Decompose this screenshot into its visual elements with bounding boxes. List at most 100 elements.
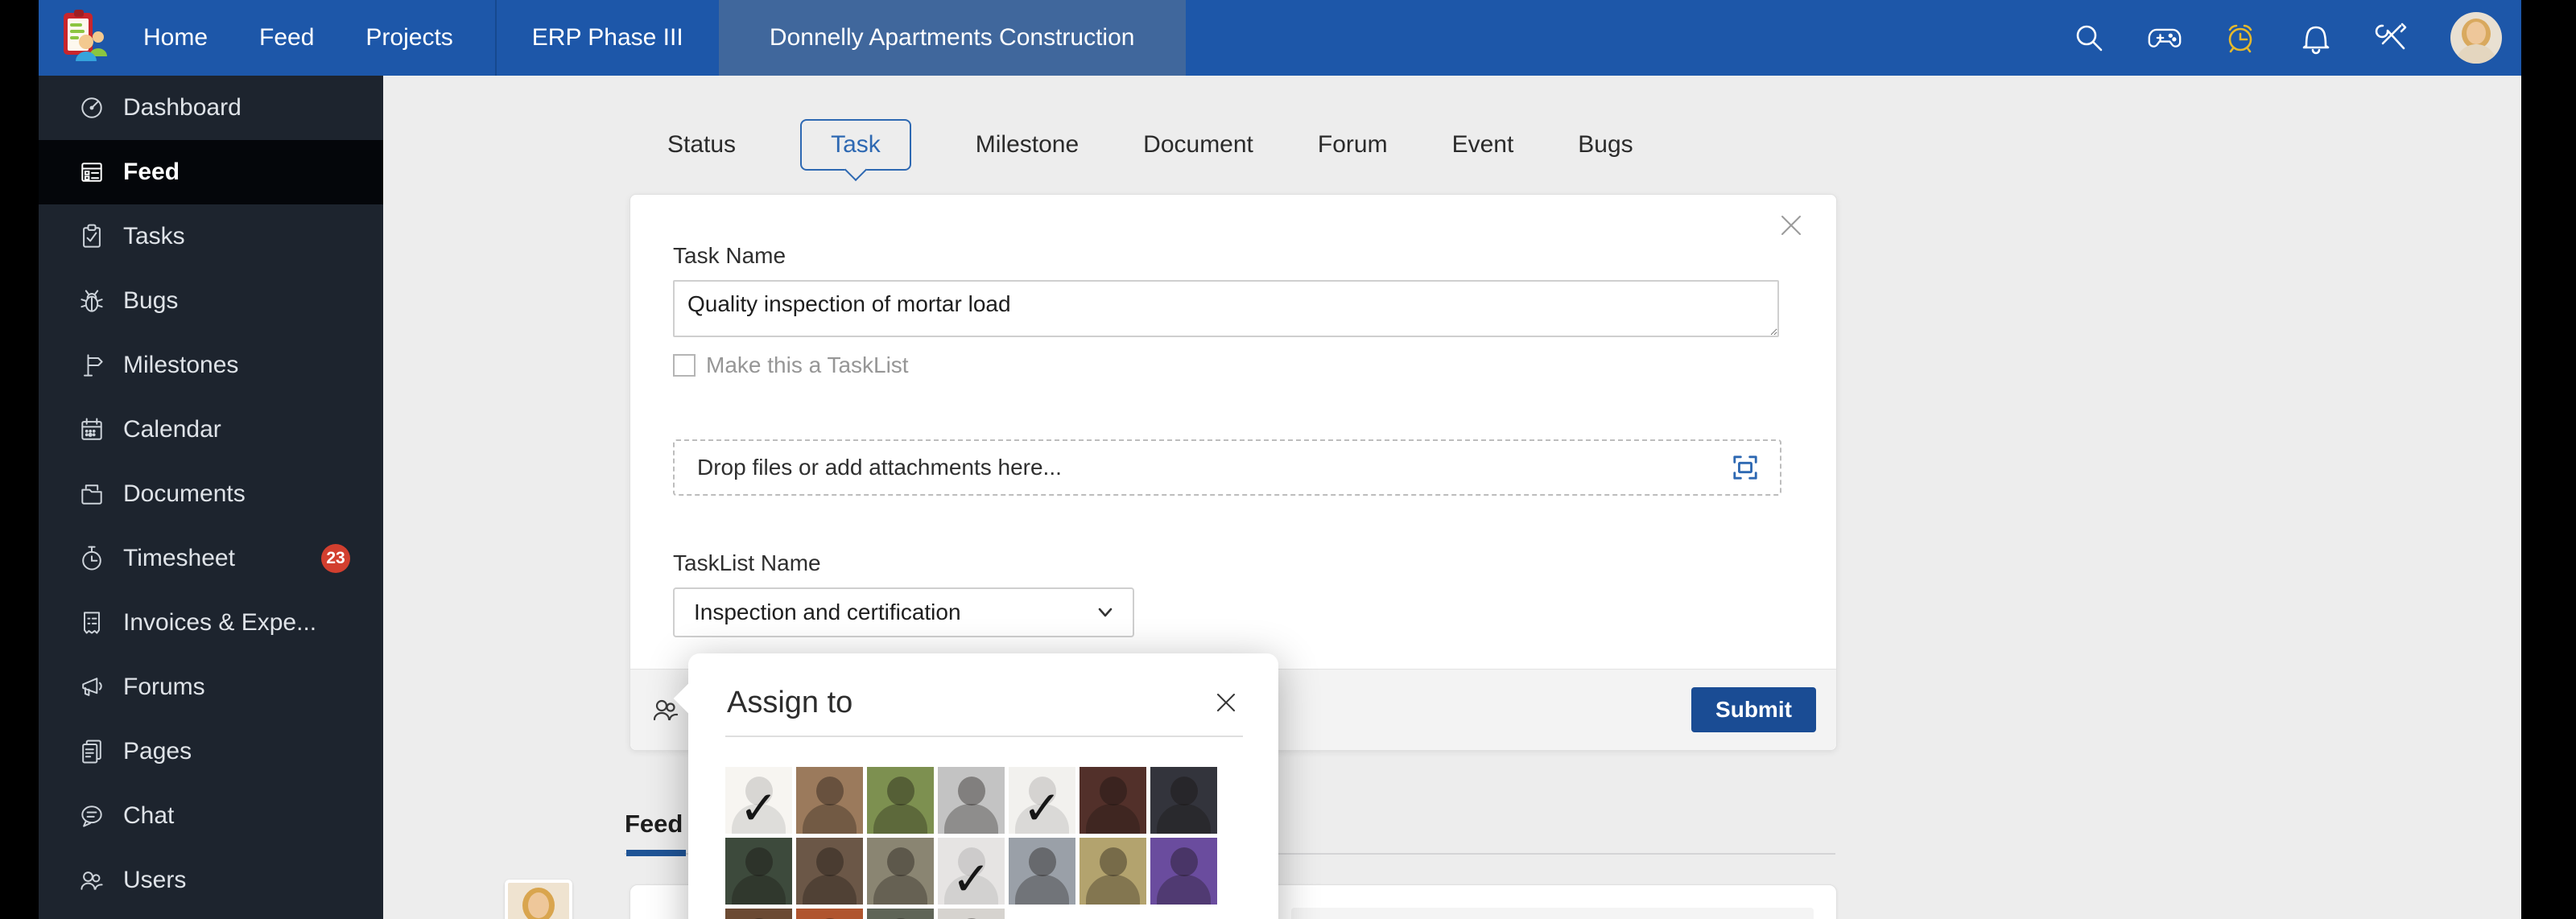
tasks-icon — [77, 222, 106, 251]
sidebar-item-pages[interactable]: Pages — [39, 719, 383, 784]
avatar-silhouette — [873, 875, 927, 905]
popup-close-icon[interactable] — [1214, 690, 1238, 715]
nav-link-home[interactable]: Home — [118, 0, 233, 76]
sidebar-item-label: Tasks — [123, 223, 185, 250]
chevron-down-icon — [1094, 601, 1117, 624]
user-avatar[interactable] — [2450, 12, 2502, 64]
assignee-avatar[interactable] — [796, 838, 863, 905]
invoices-icon — [77, 608, 106, 637]
avatar-silhouette — [1157, 804, 1211, 834]
tasklist-name-label: TaskList Name — [673, 550, 821, 576]
sidebar-item-users[interactable]: Users — [39, 848, 383, 913]
nav-tab-erp-phase-iii[interactable]: ERP Phase III — [497, 0, 719, 76]
nav-link-projects[interactable]: Projects — [340, 0, 478, 76]
expand-attachments-icon[interactable] — [1732, 454, 1759, 481]
sidebar-item-milestones[interactable]: Milestones — [39, 333, 383, 398]
assignee-avatar[interactable] — [796, 909, 863, 919]
feed-post-placeholder — [1291, 908, 1814, 919]
selected-check-icon: ✓ — [725, 767, 792, 834]
sidebar-item-label: Chat — [123, 802, 174, 830]
alarm-clock-icon[interactable] — [2223, 21, 2257, 55]
search-icon[interactable] — [2072, 21, 2106, 55]
attachments-dropzone[interactable]: Drop files or add attachments here... — [673, 439, 1781, 496]
projects-logo-icon[interactable] — [53, 8, 113, 68]
sidebar-item-label: Bugs — [123, 287, 178, 315]
nav-right-icons — [2072, 12, 2502, 64]
tasklist-select[interactable]: Inspection and certification — [673, 587, 1134, 637]
make-tasklist-row: Make this a TaskList — [673, 352, 909, 378]
feed-icon — [77, 158, 106, 187]
tools-icon[interactable] — [2375, 21, 2409, 55]
assignee-avatar[interactable] — [725, 838, 792, 905]
assignee-grid: ✓ — [725, 767, 1217, 919]
assignee-avatar[interactable] — [1150, 767, 1217, 834]
pages-icon — [77, 737, 106, 766]
avatar-silhouette — [803, 804, 857, 834]
bell-icon[interactable] — [2299, 21, 2333, 55]
tab-milestone[interactable]: Milestone — [976, 131, 1079, 159]
assignee-avatar[interactable] — [867, 767, 934, 834]
avatar-silhouette — [1086, 804, 1140, 834]
tab-status[interactable]: Status — [667, 131, 736, 159]
sidebar-item-label: Timesheet — [123, 545, 235, 572]
assignee-avatar[interactable] — [867, 909, 934, 919]
assignee-avatar[interactable] — [1150, 838, 1217, 905]
sidebar-item-calendar[interactable]: Calendar — [39, 398, 383, 462]
sidebar-item-label: Calendar — [123, 416, 221, 443]
assignee-avatar[interactable] — [796, 767, 863, 834]
assignee-avatar[interactable]: ✓ — [725, 767, 792, 834]
milestones-icon — [77, 351, 106, 380]
sidebar-item-chat[interactable]: Chat — [39, 784, 383, 848]
task-name-input[interactable]: Quality inspection of mortar load — [673, 280, 1779, 337]
tab-document[interactable]: Document — [1143, 131, 1253, 159]
tab-forum[interactable]: Forum — [1318, 131, 1388, 159]
feed-section-tab[interactable]: Feed — [625, 810, 683, 839]
chat-icon — [77, 802, 106, 830]
assign-to-popup: Assign to ✓ — [688, 653, 1278, 919]
timesheet-icon — [77, 544, 106, 573]
make-tasklist-checkbox[interactable] — [673, 354, 696, 377]
assignee-avatar[interactable] — [1080, 838, 1146, 905]
avatar-silhouette — [873, 804, 927, 834]
tab-event[interactable]: Event — [1452, 131, 1514, 159]
assignee-avatar[interactable] — [725, 909, 792, 919]
sidebar-item-invoices[interactable]: Invoices & Expe... — [39, 591, 383, 655]
assignee-avatar[interactable] — [938, 767, 1005, 834]
close-icon[interactable] — [1778, 212, 1804, 238]
assignee-avatar[interactable]: ✓ — [938, 838, 1005, 905]
main-content: Status Task Milestone Document Forum Eve… — [383, 76, 2521, 919]
assignee-avatar[interactable] — [867, 838, 934, 905]
avatar-silhouette — [1100, 847, 1127, 876]
assignee-avatar[interactable] — [938, 909, 1005, 919]
avatar-silhouette — [887, 777, 914, 806]
avatar-silhouette — [944, 804, 998, 834]
sidebar-item-documents[interactable]: Documents — [39, 462, 383, 526]
sidebar-item-label: Dashboard — [123, 94, 242, 122]
sidebar-item-label: Feed — [123, 159, 180, 186]
forums-icon — [77, 673, 106, 702]
sidebar-item-tasks[interactable]: Tasks — [39, 204, 383, 269]
task-name-label: Task Name — [673, 243, 786, 269]
dashboard-icon — [77, 93, 106, 122]
game-controller-icon[interactable] — [2148, 21, 2182, 55]
assignee-avatar[interactable] — [1009, 838, 1075, 905]
submit-button[interactable]: Submit — [1691, 687, 1816, 732]
assign-to-title: Assign to — [727, 686, 852, 720]
assignee-avatar[interactable] — [1080, 767, 1146, 834]
assignee-avatar[interactable]: ✓ — [1009, 767, 1075, 834]
sidebar-item-forums[interactable]: Forums — [39, 655, 383, 719]
sidebar-item-label: Invoices & Expe... — [123, 609, 316, 637]
avatar-silhouette — [1029, 847, 1056, 876]
nav-tab-donnelly-apartments[interactable]: Donnelly Apartments Construction — [719, 0, 1186, 76]
sidebar-item-dashboard[interactable]: Dashboard — [39, 76, 383, 140]
sidebar-item-timesheet[interactable]: Timesheet 23 — [39, 526, 383, 591]
feed-post-avatar — [505, 880, 572, 919]
tab-task[interactable]: Task — [800, 119, 911, 171]
sidebar-item-bugs[interactable]: Bugs — [39, 269, 383, 333]
nav-link-feed[interactable]: Feed — [233, 0, 340, 76]
tab-bugs[interactable]: Bugs — [1578, 131, 1633, 159]
feed-active-underline — [626, 850, 686, 856]
sidebar-item-label: Pages — [123, 738, 192, 765]
sidebar-item-feed[interactable]: Feed — [39, 140, 383, 204]
avatar-silhouette — [732, 875, 786, 905]
